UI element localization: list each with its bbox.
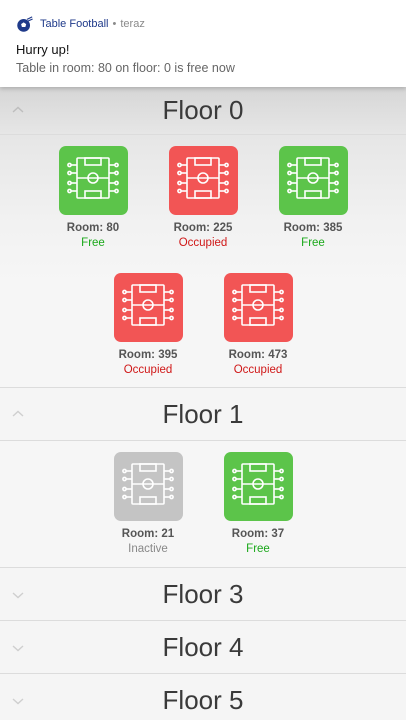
tile-occupied — [223, 273, 293, 342]
table-card-room-37[interactable]: Room: 37 Free — [203, 452, 313, 555]
notification-text: Table in room: 80 on floor: 0 is free no… — [16, 61, 235, 75]
floor-list: Floor 0 Room: 80 Free Room: 225 Occupied… — [0, 87, 406, 720]
tile-free — [58, 146, 128, 215]
football-field-icon — [283, 148, 343, 213]
tile-occupied — [168, 146, 238, 215]
notification-separator: • — [112, 18, 117, 30]
floor-title: Floor 0 — [162, 95, 244, 125]
status-label: Free — [246, 543, 270, 555]
floor-title: Floor 5 — [162, 685, 244, 715]
room-label: Room: 385 — [283, 222, 343, 234]
football-field-icon — [63, 148, 123, 213]
status-label: Inactive — [128, 543, 168, 555]
football-field-icon — [118, 275, 178, 340]
notification-time: teraz — [120, 18, 145, 30]
notification-card[interactable]: Table Football • teraz Hurry up! Table i… — [0, 0, 406, 87]
floor-title: Floor 3 — [162, 578, 244, 609]
soccer-ball-icon — [16, 15, 33, 33]
table-card-room-225[interactable]: Room: 225 Occupied — [148, 146, 258, 249]
room-label: Room: 80 — [66, 222, 120, 234]
room-label: Room: 395 — [118, 349, 178, 361]
football-field-icon — [173, 148, 233, 213]
status-label: Free — [81, 237, 105, 249]
tile-free — [278, 146, 348, 215]
room-label: Room: 37 — [231, 528, 285, 540]
floor-header-4[interactable]: Floor 4 — [0, 621, 406, 674]
table-card-room-21[interactable]: Room: 21 Inactive — [93, 452, 203, 555]
table-card-room-385[interactable]: Room: 385 Free — [258, 146, 368, 249]
notification-app-name: Table Football — [40, 18, 109, 30]
tile-free — [223, 452, 293, 521]
status-label: Occupied — [123, 364, 173, 376]
floor-0-tables: Room: 80 Free Room: 225 Occupied Room: 3… — [0, 135, 406, 388]
floor-header-3[interactable]: Floor 3 — [0, 568, 406, 621]
football-field-icon — [118, 454, 178, 519]
floor-1-tables: Room: 21 Inactive Room: 37 Free — [0, 441, 406, 568]
room-label: Room: 225 — [173, 222, 233, 234]
table-card-room-80[interactable]: Room: 80 Free — [38, 146, 148, 249]
floor-header-0[interactable]: Floor 0 — [0, 87, 406, 135]
notification-header: Table Football • teraz — [16, 14, 390, 34]
room-label: Room: 21 — [121, 528, 175, 540]
table-card-room-473[interactable]: Room: 473 Occupied — [203, 273, 313, 376]
tile-occupied — [113, 273, 183, 342]
football-field-icon — [228, 454, 288, 519]
football-field-icon — [228, 275, 288, 340]
floor-title: Floor 4 — [162, 631, 244, 662]
status-label: Free — [301, 237, 325, 249]
floor-title: Floor 1 — [162, 398, 244, 429]
room-label: Room: 473 — [228, 349, 288, 361]
tile-inactive — [113, 452, 183, 521]
table-card-room-395[interactable]: Room: 395 Occupied — [93, 273, 203, 376]
notification-title: Hurry up! — [16, 42, 70, 57]
status-label: Occupied — [178, 237, 228, 249]
floor-header-5[interactable]: Floor 5 — [0, 674, 406, 720]
status-label: Occupied — [233, 364, 283, 376]
floor-header-1[interactable]: Floor 1 — [0, 388, 406, 441]
